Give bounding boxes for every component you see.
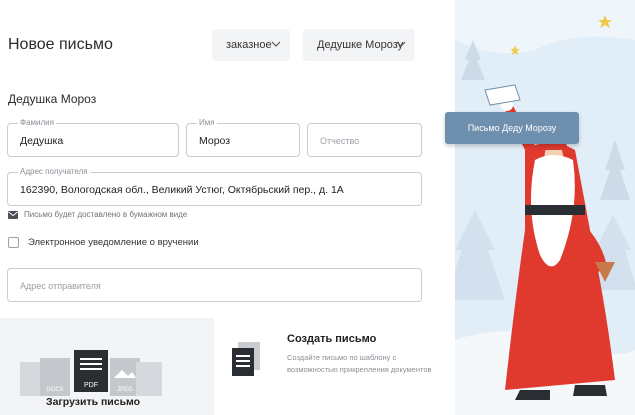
docx-label: DOCX [46,387,63,393]
sender-address-placeholder: Адрес отправителя [20,281,101,291]
letter-type-select[interactable]: заказное [212,29,290,61]
letter-to-santa-button[interactable]: Письмо Деду Морозу [445,112,579,144]
recipient-select[interactable]: Дедушке Морозу [303,29,415,61]
letter-source-panel: DOCX JPEG PDF Загрузить письмо Создать п… [0,318,455,415]
create-letter-title: Создать письмо [287,333,377,345]
pdf-label: PDF [84,382,98,389]
electronic-notice-option[interactable]: Электронное уведомление о вручении [8,237,199,248]
upload-letter-label: Загрузить письмо [46,396,141,408]
chevron-down-icon [396,41,406,47]
recipient-address-field[interactable]: Адрес получателя 162390, Вологодская обл… [7,167,422,206]
create-letter-description: Создайте письмо по шаблону с возможность… [287,353,432,374]
form-header: Новое письмо заказное Дедушке Морозу [0,0,455,85]
upload-letter-card[interactable]: DOCX JPEG PDF Загрузить письмо [0,318,212,415]
recipient-address-value: 162390, Вологодская обл., Великий Устюг,… [20,184,344,196]
middle-name-field[interactable]: Отчество [307,123,422,157]
new-letter-page: Новое письмо заказное Дедушке Морозу Дед… [0,0,635,415]
santa-illustration [455,0,635,415]
middle-name-placeholder: Отчество [320,136,360,146]
sender-address-field[interactable]: Адрес отправителя [7,268,422,302]
page-title: Новое письмо [8,36,113,53]
document-icon [232,342,260,376]
recipient-select-value: Дедушке Морозу [317,39,404,51]
first-name-field[interactable]: Имя Мороз [186,118,300,157]
delivery-note: Письмо будет доставлено в бумажном виде [8,210,187,219]
last-name-label: Фамилия [18,118,56,127]
last-name-field[interactable]: Фамилия Дедушка [7,118,179,157]
winter-scene-image [455,0,635,415]
chevron-down-icon [271,41,281,47]
recipient-address-label: Адрес получателя [18,167,90,176]
recipient-heading: Дедушка Мороз [8,92,97,106]
letter-type-value: заказное [226,39,272,51]
jpeg-label: JPEG [117,387,133,393]
last-name-value: Дедушка [20,135,64,147]
envelope-icon [8,210,18,219]
delivery-note-text: Письмо будет доставлено в бумажном виде [24,210,188,219]
electronic-notice-label: Электронное уведомление о вручении [28,237,199,248]
first-name-label: Имя [197,118,217,127]
create-letter-card[interactable]: Создать письмо Создайте письмо по шаблон… [214,318,455,415]
first-name-value: Мороз [199,135,231,147]
electronic-notice-checkbox[interactable] [8,237,19,248]
